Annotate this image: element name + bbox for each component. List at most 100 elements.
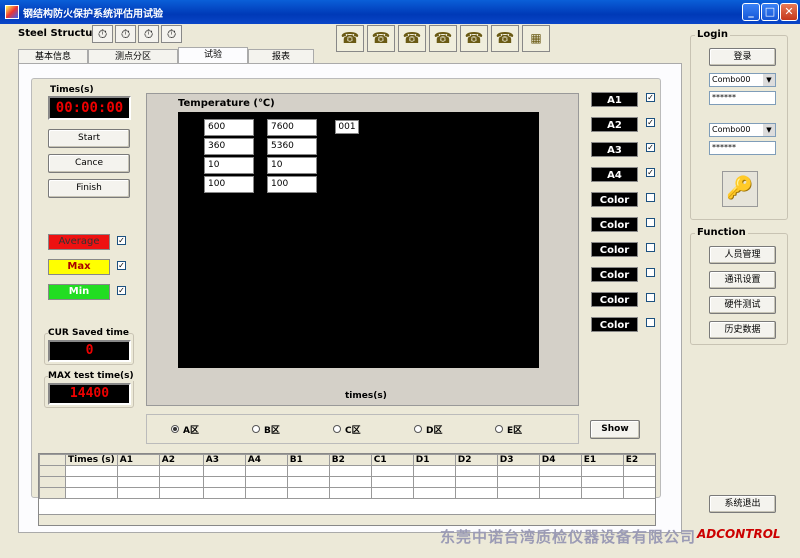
axis-value-cell[interactable]: 7600 xyxy=(267,119,317,136)
table-cell[interactable] xyxy=(580,465,624,477)
axis-value-cell[interactable]: 360 xyxy=(204,138,254,155)
table-cell[interactable] xyxy=(370,476,414,488)
series-button[interactable]: A4 xyxy=(591,167,638,182)
phone-icon[interactable]: ☎ xyxy=(367,25,395,52)
table-cell[interactable] xyxy=(412,465,456,477)
max-checkbox[interactable]: ✓ xyxy=(117,261,126,270)
table-cell[interactable] xyxy=(286,476,330,488)
series-button[interactable]: Color xyxy=(591,242,638,257)
table-cell[interactable] xyxy=(538,465,582,477)
series-checkbox[interactable] xyxy=(646,293,655,302)
series-checkbox[interactable]: ✓ xyxy=(646,168,655,177)
table-cell[interactable] xyxy=(328,476,372,488)
password-field-2[interactable]: ****** xyxy=(709,141,776,155)
series-checkbox[interactable]: ✓ xyxy=(646,143,655,152)
axis-value-cell[interactable]: 5360 xyxy=(267,138,317,155)
average-checkbox[interactable]: ✓ xyxy=(117,236,126,245)
column-header[interactable]: B1 xyxy=(286,454,330,466)
stopwatch-icon[interactable]: ⏱ xyxy=(92,25,113,43)
hardware-test-button[interactable]: 硬件测试 xyxy=(709,296,776,314)
table-cell[interactable] xyxy=(158,476,204,488)
zone-radio-a[interactable] xyxy=(171,425,179,433)
table-cell[interactable] xyxy=(412,487,456,499)
table-cell[interactable] xyxy=(412,476,456,488)
table-cell[interactable] xyxy=(39,476,66,488)
series-checkbox[interactable]: ✓ xyxy=(646,118,655,127)
table-cell[interactable] xyxy=(65,476,118,488)
table-cell[interactable] xyxy=(538,476,582,488)
column-header[interactable]: A2 xyxy=(158,454,204,466)
stopwatch-icon[interactable]: ⏱ xyxy=(161,25,182,43)
column-header[interactable]: D3 xyxy=(496,454,540,466)
table-cell[interactable] xyxy=(65,465,118,477)
stopwatch-icon[interactable]: ⏱ xyxy=(138,25,159,43)
maximize-button[interactable]: □ xyxy=(761,3,779,21)
close-button[interactable]: ✕ xyxy=(780,3,798,21)
column-header[interactable]: C1 xyxy=(370,454,414,466)
table-cell[interactable] xyxy=(158,465,204,477)
tab-report[interactable]: 报表 xyxy=(248,49,314,64)
phone-icon[interactable]: ☎ xyxy=(460,25,488,52)
table-cell[interactable] xyxy=(202,465,246,477)
table-cell[interactable] xyxy=(622,476,655,488)
show-button[interactable]: Show xyxy=(590,420,640,439)
tab-test[interactable]: 试验 xyxy=(178,47,248,64)
table-cell[interactable] xyxy=(158,487,204,499)
axis-value-cell[interactable]: 600 xyxy=(204,119,254,136)
table-cell[interactable] xyxy=(202,476,246,488)
table-cell[interactable] xyxy=(116,487,160,499)
table-cell[interactable] xyxy=(328,465,372,477)
axis-value-cell[interactable]: 100 xyxy=(267,176,317,193)
zone-radio-c[interactable] xyxy=(333,425,341,433)
table-cell[interactable] xyxy=(370,487,414,499)
horizontal-scrollbar[interactable] xyxy=(39,514,655,525)
phone-icon[interactable]: ☎ xyxy=(336,25,364,52)
zone-radio-e[interactable] xyxy=(495,425,503,433)
series-button[interactable]: Color xyxy=(591,217,638,232)
user-management-button[interactable]: 人员管理 xyxy=(709,246,776,264)
column-header[interactable]: A4 xyxy=(244,454,288,466)
table-cell[interactable] xyxy=(286,465,330,477)
chevron-down-icon[interactable]: ▼ xyxy=(763,124,775,136)
series-checkbox[interactable] xyxy=(646,268,655,277)
table-cell[interactable] xyxy=(116,476,160,488)
table-cell[interactable] xyxy=(116,465,160,477)
user-combo-2[interactable]: Combo00 ▼ xyxy=(709,123,776,137)
column-header[interactable]: D2 xyxy=(454,454,498,466)
phone-icon[interactable]: ☎ xyxy=(491,25,519,52)
table-cell[interactable] xyxy=(39,465,66,477)
table-cell[interactable] xyxy=(580,487,624,499)
table-cell[interactable] xyxy=(454,476,498,488)
column-header[interactable]: A3 xyxy=(202,454,246,466)
column-header[interactable]: Times (s) xyxy=(65,454,118,466)
series-button[interactable]: A1 xyxy=(591,92,638,107)
table-cell[interactable] xyxy=(244,487,288,499)
series-checkbox[interactable] xyxy=(646,218,655,227)
series-checkbox[interactable]: ✓ xyxy=(646,93,655,102)
axis-value-cell[interactable]: 10 xyxy=(267,157,317,174)
table-cell[interactable] xyxy=(496,476,540,488)
table-cell[interactable] xyxy=(286,487,330,499)
chevron-down-icon[interactable]: ▼ xyxy=(763,74,775,86)
table-cell[interactable] xyxy=(39,454,66,466)
axis-value-cell[interactable]: 100 xyxy=(204,176,254,193)
column-header[interactable]: E2 xyxy=(622,454,655,466)
series-checkbox[interactable] xyxy=(646,318,655,327)
table-cell[interactable] xyxy=(622,487,655,499)
table-cell[interactable] xyxy=(202,487,246,499)
table-cell[interactable] xyxy=(39,487,66,499)
series-button[interactable]: Color xyxy=(591,192,638,207)
series-checkbox[interactable] xyxy=(646,193,655,202)
table-cell[interactable] xyxy=(580,476,624,488)
min-checkbox[interactable]: ✓ xyxy=(117,286,126,295)
comm-settings-button[interactable]: 通讯设置 xyxy=(709,271,776,289)
series-button[interactable]: Color xyxy=(591,267,638,282)
table-cell[interactable] xyxy=(454,487,498,499)
table-cell[interactable] xyxy=(496,487,540,499)
table-cell[interactable] xyxy=(496,465,540,477)
series-button[interactable]: Color xyxy=(591,317,638,332)
minimize-button[interactable]: _ xyxy=(742,3,760,21)
table-cell[interactable] xyxy=(538,487,582,499)
tab-basic-info[interactable]: 基本信息 xyxy=(18,49,88,64)
series-button[interactable]: A3 xyxy=(591,142,638,157)
